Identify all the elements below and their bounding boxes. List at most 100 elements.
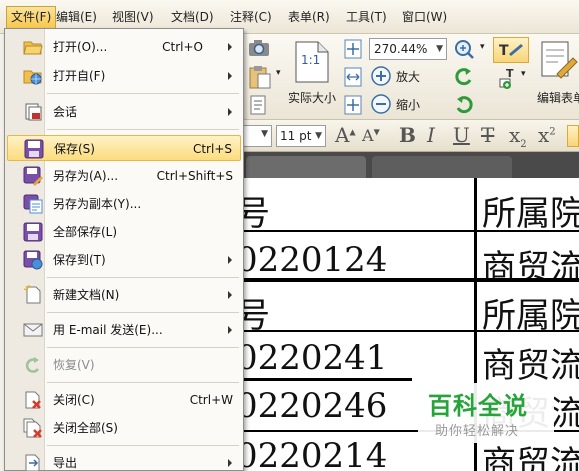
submenu-arrow-icon: [228, 72, 232, 80]
table-cell: 0220214: [242, 436, 388, 471]
font-size-select[interactable]: 11 pt ▼: [276, 125, 326, 147]
menu-item-save[interactable]: 保存(S) Ctrl+S: [7, 135, 241, 161]
menu-file[interactable]: 文件(F): [6, 6, 57, 28]
save-as-icon: [23, 166, 43, 186]
submenu-arrow-icon: [228, 108, 232, 116]
open-folder-icon: [23, 41, 43, 55]
fit-page-icon[interactable]: [343, 38, 363, 60]
table-cell: 所属院: [482, 194, 579, 234]
menu-item-open[interactable]: 打开(O)... Ctrl+O: [7, 34, 241, 60]
font-family-select[interactable]: ▼: [242, 125, 272, 147]
menu-item-export[interactable]: 导出: [7, 450, 241, 471]
table-border: [242, 378, 412, 381]
close-all-icon: [23, 418, 42, 438]
menu-item-save-to[interactable]: 保存到(T): [7, 247, 241, 273]
menu-item-session[interactable]: 会话: [7, 99, 241, 125]
bold-icon[interactable]: B: [399, 123, 416, 147]
menu-item-close[interactable]: 关闭(C) Ctrl+W: [7, 387, 241, 413]
zoom-out-icon[interactable]: [370, 93, 392, 115]
document-tab[interactable]: [372, 156, 512, 178]
italic-icon[interactable]: I: [427, 123, 435, 147]
svg-text:T: T: [499, 43, 509, 59]
clipboard-dropdown-icon[interactable]: ▾: [276, 68, 281, 78]
menu-item-revert[interactable]: 恢复(V): [7, 352, 241, 378]
menu-separator: [47, 277, 239, 278]
clipboard-icon[interactable]: [248, 64, 274, 90]
zoom-tool-dropdown-icon[interactable]: ▾: [480, 42, 485, 52]
menu-edit[interactable]: 编辑(E): [52, 6, 101, 28]
menu-item-close-all[interactable]: 关闭全部(S): [7, 415, 241, 441]
menu-separator: [47, 347, 239, 348]
zoom-in-icon[interactable]: [370, 65, 392, 87]
menu-document[interactable]: 文档(D): [167, 6, 218, 28]
menu-separator: [47, 445, 239, 446]
table-cell: 0220241: [242, 338, 388, 378]
zoom-tool-icon[interactable]: [453, 38, 477, 60]
new-document-icon: [23, 285, 41, 304]
menu-window[interactable]: 窗口(W): [398, 6, 451, 28]
open-from-icon: [23, 70, 42, 85]
submenu-arrow-icon: [228, 256, 232, 264]
menu-comment[interactable]: 注释(C): [226, 6, 276, 28]
superscript-icon[interactable]: x2: [538, 123, 556, 147]
close-document-icon: [25, 391, 41, 409]
menu-item-save-as[interactable]: 另存为(A)... Ctrl+Shift+S: [7, 163, 241, 189]
menu-item-new-document[interactable]: 新建文档(N): [7, 282, 241, 308]
typewriter-icon: T: [499, 43, 523, 59]
table-border: [242, 278, 579, 282]
table-border: [242, 230, 579, 232]
edit-form-label[interactable]: 编辑表单: [537, 89, 579, 106]
submenu-arrow-icon: [228, 459, 232, 467]
menu-separator: [47, 312, 239, 313]
table-cell: 商贸流: [482, 346, 579, 386]
rotate-left-icon[interactable]: [453, 66, 475, 86]
menu-item-open-from[interactable]: 打开自(F): [7, 63, 241, 89]
fit-width-icon[interactable]: [343, 66, 363, 88]
submenu-arrow-icon: [228, 43, 232, 51]
save-all-icon: [23, 222, 43, 242]
decrease-font-icon[interactable]: A▼: [362, 126, 380, 145]
menu-item-email[interactable]: 用 E-mail 发送(E)...: [7, 317, 241, 343]
menu-separator: [47, 129, 239, 130]
menu-tools[interactable]: 工具(T): [342, 6, 391, 28]
table-cell: 号: [242, 194, 270, 234]
menu-form[interactable]: 表单(R): [284, 6, 334, 28]
chevron-down-icon: ▼: [315, 131, 322, 141]
zoom-out-label[interactable]: 缩小: [396, 96, 420, 113]
menu-item-save-all[interactable]: 全部保存(L): [7, 219, 241, 245]
underline-icon[interactable]: U: [453, 123, 470, 147]
menu-item-save-copy[interactable]: 另存为副本(Y)...: [7, 191, 241, 217]
chevron-down-icon: ▼: [436, 44, 443, 54]
add-field-dropdown-icon[interactable]: ▾: [521, 69, 526, 79]
select-text-icon[interactable]: [248, 94, 270, 116]
font-size-value: 11 pt: [280, 129, 312, 143]
actual-size-label[interactable]: 实际大小: [288, 89, 336, 106]
svg-text:T: T: [506, 67, 514, 80]
snapshot-icon[interactable]: [248, 38, 270, 58]
revert-icon: [25, 357, 40, 373]
increase-font-icon[interactable]: A▲: [335, 123, 356, 147]
menu-separator: [47, 93, 239, 94]
strikethrough-icon[interactable]: T: [481, 123, 494, 147]
chevron-down-icon: ▼: [261, 129, 268, 139]
menu-view[interactable]: 视图(V): [108, 6, 158, 28]
document-tab-strip: [242, 152, 579, 178]
fit-visible-icon[interactable]: [343, 94, 363, 116]
export-icon: [25, 454, 40, 471]
zoom-in-label[interactable]: 放大: [396, 68, 420, 85]
session-icon: [25, 103, 42, 121]
rotate-right-icon[interactable]: [453, 94, 475, 114]
document-tab[interactable]: [246, 156, 366, 178]
zoom-level-value: 270.44%: [374, 42, 428, 56]
email-icon: [23, 323, 43, 337]
save-icon: [24, 139, 44, 159]
file-menu-dropdown: 打开(O)... Ctrl+O 打开自(F) 会话 保存(S) Ctrl+S 另…: [4, 28, 244, 471]
watermark-subtitle: 助你轻松解决: [435, 424, 520, 439]
submenu-arrow-icon: [228, 326, 232, 334]
subscript-icon[interactable]: x2: [509, 123, 527, 150]
save-to-icon: [23, 250, 43, 270]
edit-form-icon[interactable]: [539, 40, 579, 84]
align-left-button[interactable]: [567, 125, 579, 147]
zoom-level-select[interactable]: 270.44% ▼: [369, 38, 447, 60]
menu-separator: [47, 382, 239, 383]
